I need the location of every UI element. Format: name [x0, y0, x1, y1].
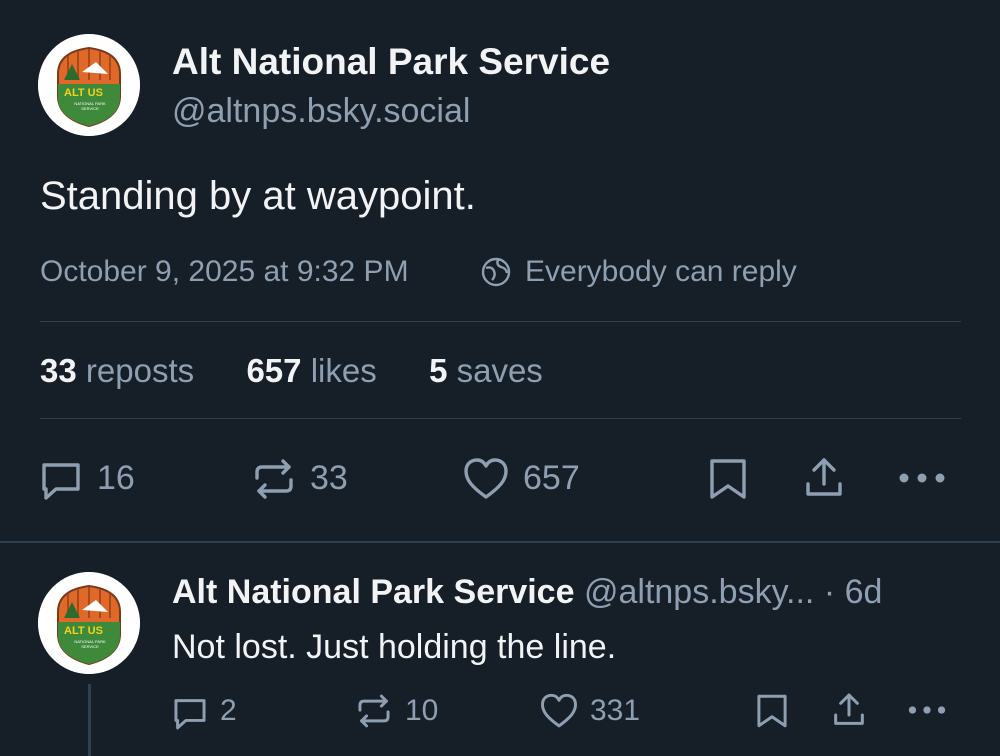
reply-count: 16 [97, 459, 135, 497]
reposts-count: 33 [40, 352, 77, 389]
likes-count: 657 [246, 352, 302, 389]
author-handle[interactable]: @altnps.bsky.social [172, 91, 470, 131]
reply-author-name[interactable]: Alt National Park Service [172, 573, 575, 611]
reply-more-button[interactable] [906, 700, 948, 720]
avatar-logo [38, 572, 140, 674]
reply-reply-count: 2 [220, 694, 237, 727]
reply-author-avatar[interactable]: ALT US NATIONAL PARK SERVICE [38, 572, 140, 674]
heart-icon [540, 693, 578, 728]
reply-share-button[interactable] [829, 690, 869, 730]
globe-icon [480, 256, 512, 288]
bookmark-icon [710, 459, 746, 499]
thread-line [88, 684, 91, 756]
reply-button[interactable] [38, 457, 84, 503]
reply-reply-button[interactable] [171, 694, 209, 732]
share-upload-icon [834, 693, 864, 725]
avatar-subtext: NATIONAL PARK SERVICE [74, 101, 106, 111]
reply-text: Not lost. Just holding the line. [172, 628, 617, 666]
reposts-label: reposts [85, 352, 195, 389]
reposts-stat[interactable]: 33 reposts [40, 352, 203, 389]
post-timestamp[interactable]: October 9, 2025 at 9:32 PM [40, 254, 409, 290]
likes-label: likes [310, 352, 377, 389]
share-upload-icon [806, 458, 842, 496]
saves-label: saves [456, 352, 543, 389]
more-button[interactable] [896, 466, 948, 490]
reply-age[interactable]: · 6d [824, 573, 883, 611]
reply-setting[interactable]: Everybody can reply [525, 254, 797, 290]
repost-arrows-icon [255, 459, 293, 499]
avatar-logo [38, 34, 140, 136]
repost-arrows-icon [358, 694, 390, 728]
repost-count: 33 [310, 459, 348, 497]
bookmark-icon [757, 694, 787, 728]
like-count: 657 [523, 459, 580, 497]
speech-bubble-icon [42, 463, 80, 500]
reply-repost-count: 10 [405, 694, 439, 727]
reply-header: Alt National Park Service @altnps.bsky..… [172, 571, 882, 613]
speech-bubble-icon [174, 699, 206, 730]
divider-top [40, 321, 961, 322]
like-button[interactable] [462, 456, 510, 502]
heart-icon [464, 458, 508, 499]
avatar-subtext: NATIONAL PARK SERVICE [74, 639, 106, 649]
reply-author-handle[interactable]: @altnps.bsky... [584, 573, 814, 611]
divider-bottom [40, 418, 961, 419]
share-button[interactable] [800, 454, 848, 502]
avatar-text: ALT US [64, 87, 103, 99]
post-text: Standing by at waypoint. [40, 174, 476, 218]
author-avatar[interactable]: ALT US NATIONAL PARK SERVICE [38, 34, 140, 136]
likes-stat[interactable]: 657 likes [246, 352, 385, 389]
saves-stat[interactable]: 5 saves [429, 352, 543, 389]
reply-like-button[interactable] [539, 692, 579, 730]
avatar-text: ALT US [64, 625, 103, 637]
reply-repost-button[interactable] [355, 692, 393, 730]
reply-bookmark-button[interactable] [754, 692, 790, 730]
saves-count: 5 [429, 352, 448, 389]
author-name[interactable]: Alt National Park Service [172, 40, 610, 84]
post-separator [0, 541, 1000, 543]
ellipsis-icon [899, 473, 945, 483]
reply-like-count: 331 [590, 694, 641, 727]
ellipsis-icon [908, 706, 946, 714]
bookmark-button[interactable] [706, 456, 750, 502]
stats-row: 33 reposts 657 likes 5 saves [40, 351, 543, 391]
repost-button[interactable] [251, 456, 297, 502]
